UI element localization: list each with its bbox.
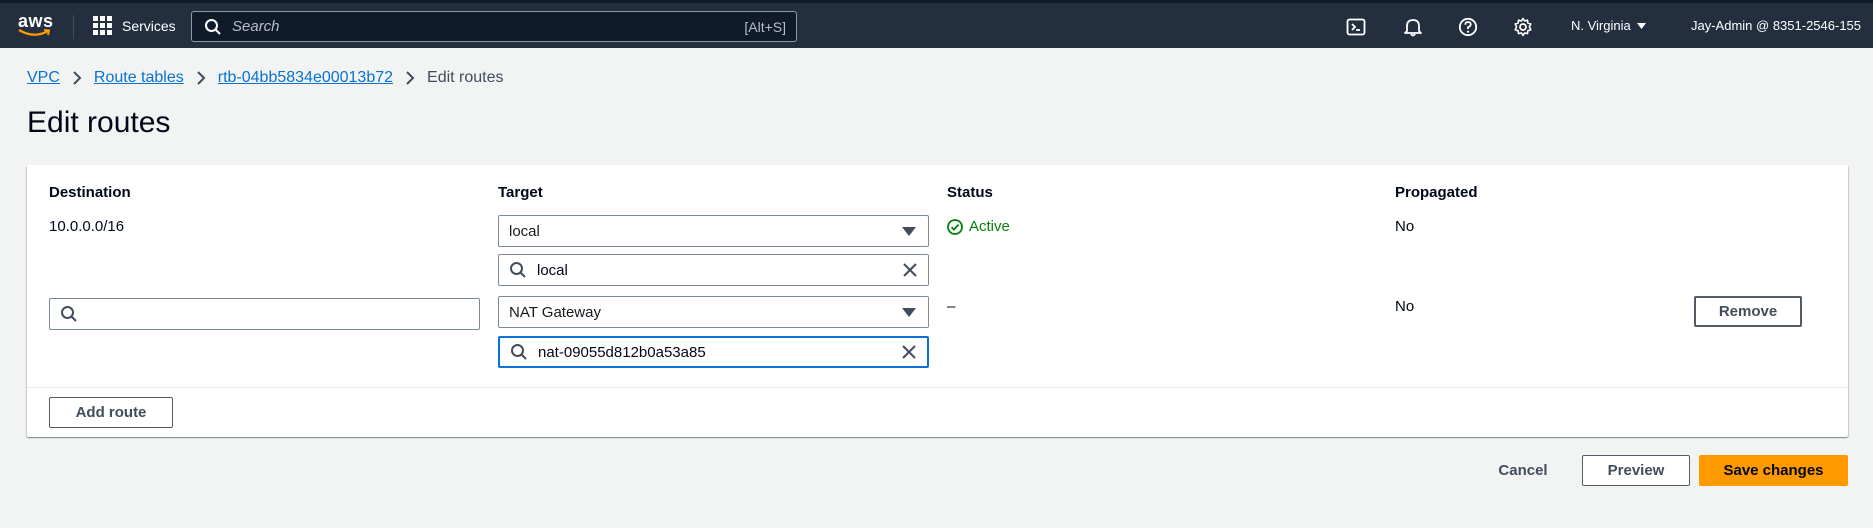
search-icon (511, 344, 527, 360)
caret-down-icon (902, 307, 916, 317)
route-1-target-input[interactable] (535, 260, 902, 280)
route-2-target-type-select[interactable]: NAT Gateway (498, 296, 929, 328)
route-1-target-type-value: local (509, 222, 540, 240)
close-icon[interactable] (902, 262, 918, 278)
route-2-destination-search[interactable] (49, 298, 480, 330)
global-search[interactable]: [Alt+S] (191, 11, 797, 42)
breadcrumb-vpc[interactable]: VPC (27, 69, 60, 87)
cloudshell-icon[interactable] (1346, 17, 1366, 37)
caret-down-icon (902, 226, 916, 236)
route-2-propagated: No (1395, 298, 1415, 315)
account-label: Jay-Admin @ 8351-2546-155 (1691, 18, 1862, 33)
region-label: N. Virginia (1571, 18, 1631, 33)
nav-divider (73, 15, 74, 39)
add-route-button[interactable]: Add route (49, 397, 173, 428)
chevron-right-icon (73, 71, 82, 85)
breadcrumb-route-tables[interactable]: Route tables (94, 69, 184, 87)
route-2-status: – (947, 298, 956, 315)
header-status: Status (947, 184, 993, 201)
bell-icon[interactable] (1403, 17, 1423, 37)
search-icon (61, 306, 77, 322)
route-1-propagated: No (1395, 218, 1415, 235)
search-shortcut-hint: [Alt+S] (744, 18, 786, 35)
account-menu[interactable]: Jay-Admin @ 8351-2546-155 (1691, 18, 1861, 33)
services-label: Services (122, 17, 176, 34)
close-icon[interactable] (901, 344, 917, 360)
route-2-target-search[interactable] (498, 336, 929, 368)
chevron-right-icon (197, 71, 206, 85)
routes-table-card: Destination Target Status Propagated 10.… (27, 165, 1848, 437)
services-menu-button[interactable]: Services (93, 16, 176, 35)
route-1-status: Active (947, 218, 1010, 235)
search-icon (510, 262, 526, 278)
services-grid-icon (93, 16, 112, 35)
card-divider (27, 387, 1848, 388)
region-selector[interactable]: N. Virginia (1571, 18, 1646, 33)
route-1-target-search[interactable] (498, 254, 929, 286)
search-input[interactable] (230, 17, 745, 36)
header-propagated: Propagated (1395, 184, 1478, 201)
aws-logo[interactable]: aws (18, 12, 58, 40)
gear-icon[interactable] (1513, 17, 1533, 37)
cancel-button[interactable]: Cancel (1480, 455, 1566, 486)
search-icon (205, 18, 221, 35)
route-1-target-type-select[interactable]: local (498, 215, 929, 247)
save-changes-button[interactable]: Save changes (1699, 455, 1848, 486)
breadcrumb-route-table-id[interactable]: rtb-04bb5834e00013b72 (218, 69, 393, 87)
caret-down-icon (1636, 22, 1646, 29)
breadcrumb-current: Edit routes (427, 69, 504, 86)
remove-route-button[interactable]: Remove (1694, 296, 1802, 327)
aws-smile-icon (18, 29, 51, 36)
check-circle-icon (947, 218, 963, 235)
header-destination: Destination (49, 184, 131, 201)
header-target: Target (498, 184, 543, 201)
route-2-destination-input[interactable] (86, 304, 479, 324)
route-1-destination: 10.0.0.0/16 (49, 218, 125, 235)
top-navigation: aws Services [Alt+S] (0, 0, 1873, 48)
help-icon[interactable] (1458, 17, 1478, 37)
route-2-target-input[interactable] (536, 342, 901, 362)
page-title: Edit routes (27, 106, 171, 139)
route-1-status-text: Active (969, 218, 1010, 235)
route-2-target-type-value: NAT Gateway (509, 303, 601, 321)
breadcrumb: VPC Route tables rtb-04bb5834e00013b72 E… (27, 69, 504, 87)
chevron-right-icon (406, 71, 415, 85)
preview-button[interactable]: Preview (1582, 455, 1690, 486)
